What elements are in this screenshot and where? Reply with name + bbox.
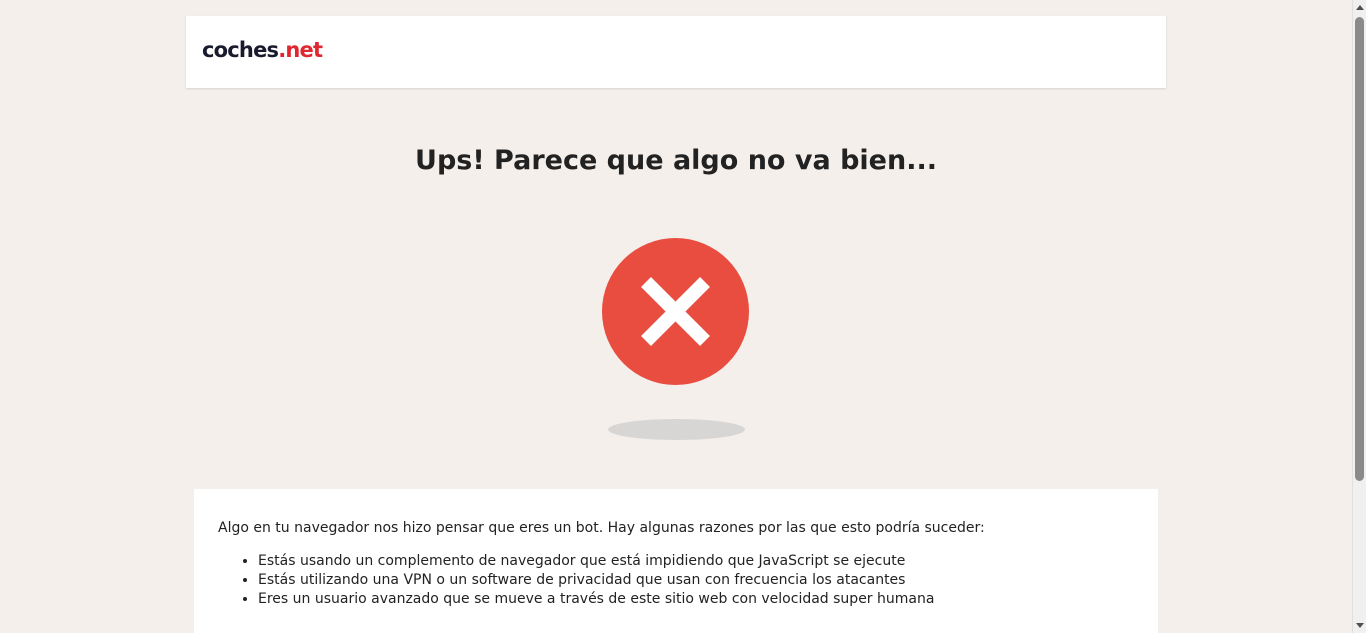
list-item: Estás utilizando una VPN o un software d…	[258, 571, 934, 590]
logo-text-net: net	[285, 38, 323, 62]
logo-text-coches: coches	[202, 38, 279, 62]
page-title: Ups! Parece que algo no va bien...	[415, 145, 937, 176]
coches-net-logo[interactable]: coches.net	[202, 34, 323, 66]
list-item: Estás usando un complemento de navegador…	[258, 552, 934, 571]
list-item: Eres un usuario avanzado que se mueve a …	[258, 590, 934, 609]
scroll-up-arrow-icon[interactable]	[1356, 5, 1364, 10]
reasons-list: Estás usando un complemento de navegador…	[218, 552, 934, 609]
bot-detection-message: Algo en tu navegador nos hizo pensar que…	[218, 520, 985, 536]
error-x-circle-icon	[602, 238, 749, 385]
page: coches.net Ups! Parece que algo no va bi…	[0, 0, 1352, 633]
header: coches.net	[186, 16, 1166, 88]
icon-shadow	[608, 419, 745, 440]
scroll-down-arrow-icon[interactable]	[1356, 623, 1364, 628]
vertical-scrollbar[interactable]	[1352, 0, 1366, 633]
message-box: Algo en tu navegador nos hizo pensar que…	[194, 489, 1158, 633]
scrollbar-thumb[interactable]	[1355, 17, 1364, 481]
